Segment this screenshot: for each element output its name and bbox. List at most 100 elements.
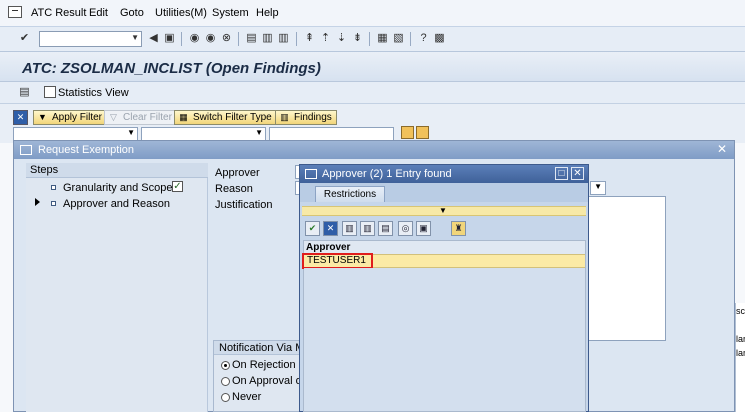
reason-label: Reason: [215, 183, 253, 195]
cancel-icon[interactable]: ⊗: [220, 32, 233, 45]
checkmark-icon: ✓: [172, 181, 183, 192]
statistics-view-button[interactable]: Statistics View: [58, 87, 129, 99]
chevron-down-icon: ▼: [131, 33, 139, 42]
expand-arrow-icon[interactable]: ▼: [439, 207, 447, 215]
enter-icon[interactable]: ✔: [18, 32, 31, 45]
radio-on-rejection[interactable]: [221, 361, 230, 370]
list-empty-area: [304, 268, 585, 411]
filter-icon: ▼: [38, 112, 47, 122]
chevron-down-icon: ▼: [594, 182, 602, 191]
chevron-down-icon: ▼: [127, 128, 135, 137]
approver-search-help-dialog: Approver (2) 1 Entry found □ ✕ Restricti…: [299, 164, 589, 412]
radio-label-never: Never: [232, 391, 262, 403]
reason-dropdown[interactable]: ▼: [590, 181, 606, 195]
restrictions-expander-bar[interactable]: ▼: [302, 206, 586, 216]
step-bullet-icon: [51, 201, 56, 206]
separator: [296, 32, 297, 46]
print-icon[interactable]: ▤: [245, 32, 258, 45]
menu-utilities[interactable]: Utilities(M): [155, 7, 207, 19]
filter-dropdown-2[interactable]: ▼: [141, 127, 266, 141]
current-step-arrow-icon: [35, 198, 40, 206]
window-icon: [20, 145, 32, 155]
close-icon[interactable]: ✕: [716, 143, 728, 156]
radio-on-approval[interactable]: [221, 377, 230, 386]
window-icon: [305, 169, 317, 179]
notification-title: Notification Via Mail: [214, 341, 302, 355]
standard-toolbar: ✔ ▼ ◀ ▣ ◉ ◉ ⊗ ▤ ▥ ▥ ⇞ ⇡ ⇣ ⇟ ▦ ▧ ? ▩: [0, 27, 745, 52]
last-page-icon[interactable]: ⇟: [351, 32, 364, 45]
back-arrow-icon[interactable]: ◀: [147, 32, 160, 45]
find-icon[interactable]: ▥: [261, 32, 274, 45]
print-icon[interactable]: ▣: [416, 221, 431, 236]
separator: [410, 32, 411, 46]
switch-icon: ▦: [179, 112, 188, 122]
justification-label: Justification: [215, 199, 273, 211]
menu-atc-result[interactable]: ATC Result: [31, 7, 86, 19]
first-page-icon[interactable]: ⇞: [303, 32, 316, 45]
cancel-icon[interactable]: ✕: [323, 221, 338, 236]
popup-title: Approver (2) 1 Entry found □ ✕: [300, 165, 588, 183]
find-next-icon[interactable]: ▥: [360, 221, 375, 236]
find-next-icon[interactable]: ▥: [277, 32, 290, 45]
results-list: Approver TESTUSER1: [302, 240, 586, 412]
background-column-fragment: sc lar lar: [735, 303, 745, 412]
layout-menu-icon[interactable]: ▩: [433, 32, 446, 45]
filter-field-3[interactable]: [269, 127, 394, 141]
justification-textarea[interactable]: [588, 196, 666, 341]
title-bar: ATC: ZSOLMAN_INCLIST (Open Findings): [0, 52, 745, 82]
save-icon[interactable]: ▣: [163, 32, 176, 45]
command-field[interactable]: ▼: [39, 31, 142, 47]
filter-dropdown-1[interactable]: ▼: [13, 127, 138, 141]
shortcut-icon[interactable]: ▧: [392, 32, 405, 45]
popup-toolbar: ✔ ✕ ▥ ▥ ▤ ◎ ▣ ♜: [303, 221, 587, 238]
tab-strip: Restrictions: [300, 183, 588, 202]
tab-restrictions[interactable]: Restrictions: [315, 186, 385, 202]
notification-group: Notification Via Mail On Rejection On Ap…: [213, 340, 317, 412]
approver-label: Approver: [215, 167, 260, 179]
step-bullet-icon: [51, 185, 56, 190]
continue-icon[interactable]: ✔: [305, 221, 320, 236]
help-icon[interactable]: ?: [417, 32, 430, 45]
table-row[interactable]: TESTUSER1: [302, 253, 585, 269]
menu-help[interactable]: Help: [256, 7, 279, 19]
print-icon[interactable]: ▤: [18, 86, 31, 99]
back-icon[interactable]: ◉: [188, 32, 201, 45]
system-menu-icon[interactable]: [8, 6, 22, 18]
switch-filter-type-button[interactable]: ▦ Switch Filter Type: [174, 110, 277, 125]
clear-filter-button[interactable]: ▽ Clear Filter: [104, 110, 177, 125]
steps-header: Steps: [26, 163, 208, 178]
steps-panel: Steps Granularity and Scope Approver and…: [26, 163, 208, 412]
application-toolbar: ▤ Statistics View: [0, 82, 745, 104]
selection-highlight: [302, 253, 373, 269]
dialog-title: Request Exemption ✕: [14, 141, 734, 159]
separator: [369, 32, 370, 46]
radio-label-on-rejection: On Rejection: [232, 359, 296, 371]
menu-edit[interactable]: Edit: [89, 7, 108, 19]
menu-system[interactable]: System: [212, 7, 249, 19]
settings-icon[interactable]: ◎: [398, 221, 413, 236]
statistics-icon: [44, 86, 56, 98]
new-session-icon[interactable]: ▦: [376, 32, 389, 45]
sort-icon[interactable]: ▤: [378, 221, 393, 236]
apply-filter-button[interactable]: ▼ Apply Filter: [33, 110, 108, 125]
execute-icon[interactable]: [401, 126, 414, 139]
exit-icon[interactable]: ◉: [204, 32, 217, 45]
findings-icon: ▥: [280, 112, 289, 122]
radio-never[interactable]: [221, 393, 230, 402]
chevron-down-icon: ▼: [255, 128, 263, 137]
next-page-icon[interactable]: ⇣: [335, 32, 348, 45]
close-filter-icon[interactable]: ✕: [13, 110, 28, 125]
clear-filter-icon: ▽: [110, 112, 117, 122]
find-icon[interactable]: ▥: [342, 221, 357, 236]
close-icon[interactable]: ✕: [571, 167, 584, 180]
refresh-icon[interactable]: [416, 126, 429, 139]
menu-goto[interactable]: Goto: [120, 7, 144, 19]
separator: [181, 32, 182, 46]
separator: [238, 32, 239, 46]
page-title: ATC: ZSOLMAN_INCLIST (Open Findings): [22, 60, 321, 77]
prev-page-icon[interactable]: ⇡: [319, 32, 332, 45]
findings-button[interactable]: ▥ Findings: [275, 110, 337, 125]
menu-bar: ATC Result Edit Goto Utilities(M) System…: [0, 0, 745, 27]
maximize-icon[interactable]: □: [555, 167, 568, 180]
personal-list-icon[interactable]: ♜: [451, 221, 466, 236]
